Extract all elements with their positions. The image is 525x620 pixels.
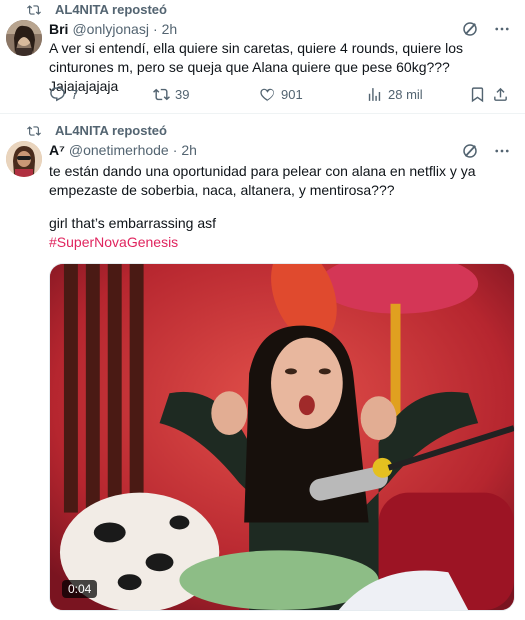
- views-icon: [368, 88, 381, 101]
- more-icon[interactable]: [493, 20, 511, 38]
- tweet-header: Bri @onlyjonasj · 2h: [49, 21, 177, 37]
- reply-icon: [50, 87, 65, 102]
- repost-icon: [27, 125, 41, 136]
- action-bar: 7 39 901 28 mil: [49, 86, 507, 106]
- repost-icon: [27, 4, 41, 15]
- hashtag-link[interactable]: #SuperNovaGenesis: [49, 233, 519, 252]
- reply-count: 7: [71, 87, 79, 102]
- display-name[interactable]: A⁷: [49, 142, 65, 158]
- avatar-image: [6, 141, 42, 177]
- user-handle[interactable]: @onlyjonasj: [72, 21, 148, 37]
- video-player[interactable]: 0:04: [49, 263, 515, 611]
- separator-dot: ·: [172, 142, 178, 158]
- tweet-body: te están dando una oportunidad para pele…: [49, 163, 476, 198]
- repost-icon: [153, 88, 170, 101]
- repost-count: 39: [175, 87, 190, 102]
- tweet-header-icons: [461, 142, 511, 160]
- more-icon[interactable]: [493, 142, 511, 160]
- reply-button[interactable]: 7: [49, 86, 78, 103]
- timestamp[interactable]: 2h: [162, 21, 178, 37]
- repost-label: AL4NITA reposteó: [55, 123, 167, 138]
- tweet-text: te están dando una oportunidad para pele…: [49, 162, 519, 252]
- timestamp[interactable]: 2h: [181, 142, 197, 158]
- repost-label: AL4NITA reposteó: [55, 2, 167, 17]
- repost-button[interactable]: 39: [153, 86, 189, 103]
- share-button[interactable]: [492, 86, 514, 103]
- share-icon: [494, 87, 507, 101]
- repost-indicator[interactable]: AL4NITA reposteó: [27, 2, 167, 17]
- tweet-header-icons: [461, 20, 511, 38]
- bookmark-icon: [471, 87, 484, 103]
- tweet-body-second: girl that’s embarrassing asf: [49, 215, 217, 231]
- video-thumbnail: [50, 264, 514, 610]
- tweet-header: A⁷ @onetimerhode · 2h: [49, 142, 197, 158]
- like-button[interactable]: 901: [259, 86, 303, 103]
- view-count: 28 mil: [388, 87, 423, 102]
- repost-indicator[interactable]: AL4NITA reposteó: [27, 123, 167, 138]
- avatar[interactable]: [6, 141, 42, 177]
- tweet-bri[interactable]: AL4NITA reposteó Bri @onlyjonasj · 2h A …: [0, 0, 525, 114]
- separator-dot: ·: [152, 21, 158, 37]
- like-count: 901: [281, 87, 303, 102]
- views-button[interactable]: 28 mil: [366, 86, 423, 103]
- grok-icon[interactable]: [461, 142, 479, 160]
- avatar-image: [6, 20, 42, 56]
- display-name[interactable]: Bri: [49, 21, 68, 37]
- user-handle[interactable]: @onetimerhode: [69, 142, 169, 158]
- tweet-a7[interactable]: AL4NITA reposteó A⁷ @onetimerhode · 2h t…: [0, 114, 525, 620]
- grok-icon[interactable]: [461, 20, 479, 38]
- like-icon: [260, 88, 274, 102]
- bookmark-button[interactable]: [469, 86, 491, 103]
- video-duration: 0:04: [62, 580, 98, 598]
- avatar[interactable]: [6, 20, 42, 56]
